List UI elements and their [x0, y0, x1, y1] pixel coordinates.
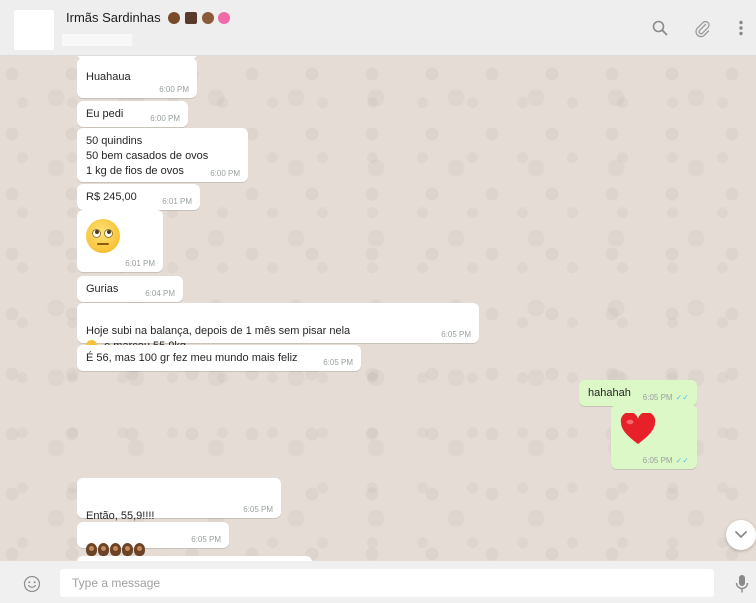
message-bubble[interactable]: 50 quindins 50 bem casados de ovos 1 kg …	[77, 128, 248, 182]
search-icon	[652, 20, 668, 36]
woman-icon	[110, 543, 121, 556]
avatar[interactable]	[14, 10, 54, 50]
message-bubble-outgoing[interactable]: hahahah 6:05 PM ✓✓	[579, 380, 697, 406]
message-time: 6:00 PM	[159, 85, 189, 94]
chat-subtitle	[62, 34, 132, 46]
message-time: 6:05 PM	[243, 505, 273, 514]
message-time: 6:05 PM	[323, 358, 353, 367]
read-ticks-icon: ✓✓	[675, 456, 689, 465]
chat-title-text: Irmãs Sardinhas	[66, 10, 161, 25]
whatsapp-window: Irmãs Sardinhas Huahaua 6:00 PM Eu pedi …	[0, 0, 756, 603]
woman-icon	[122, 543, 133, 556]
message-time: 6:05 PM	[191, 535, 221, 544]
woman-icon	[86, 543, 97, 556]
message-time: 6:01 PM	[125, 259, 155, 268]
message-text: Huahaua	[86, 71, 131, 83]
message-bubble-emoji[interactable]: 6:05 PM	[77, 522, 229, 556]
message-bubble[interactable]: R$ 245,00 6:01 PM	[77, 184, 200, 210]
message-text: É 56, mas 100 gr fez meu mundo mais feli…	[86, 352, 298, 364]
message-time: 6:04 PM	[145, 289, 175, 298]
message-bubble[interactable]: Huahaua 6:00 PM	[77, 58, 197, 98]
message-bubble[interactable]: Eu pedi 6:00 PM	[77, 101, 188, 127]
microphone-icon	[735, 575, 749, 593]
composer-bar	[0, 561, 756, 603]
message-bubble-outgoing-emoji[interactable]: 6:05 PM ✓✓	[611, 405, 697, 469]
message-bubble[interactable]: É 56, mas 100 gr fez meu mundo mais feli…	[77, 345, 361, 371]
girl-emoji-icon	[201, 12, 214, 24]
woman-icon	[98, 543, 109, 556]
message-input[interactable]	[60, 569, 714, 597]
scroll-down-button[interactable]	[726, 520, 756, 550]
message-text-part: Então, 55,9!!!!	[86, 510, 155, 522]
message-bubble[interactable]: Então, 55,9!!!! 6:05 PM	[77, 478, 281, 536]
search-button[interactable]	[650, 18, 670, 38]
message-text-part: Hoje subi na balança, depois de 1 mês se…	[86, 325, 351, 337]
message-time: 6:05 PM ✓✓	[643, 393, 689, 402]
menu-button[interactable]	[731, 18, 751, 38]
message-time: 6:00 PM	[210, 169, 240, 178]
message-bubble[interactable]: Gurias 6:04 PM	[77, 276, 183, 302]
chat-header: Irmãs Sardinhas	[0, 0, 756, 56]
red-heart-icon	[620, 413, 656, 444]
two-hearts-icon	[218, 12, 231, 24]
message-time: 6:05 PM ✓✓	[643, 456, 689, 465]
read-ticks-icon: ✓✓	[675, 393, 689, 402]
girl-emoji-icon	[168, 12, 181, 24]
paperclip-icon	[695, 20, 710, 38]
smiley-icon	[23, 575, 41, 593]
message-time-text: 6:05 PM	[642, 393, 673, 402]
message-bubble[interactable]: Hoje subi na balança, depois de 1 mês se…	[77, 303, 479, 352]
woman-icon	[134, 543, 145, 556]
attach-button[interactable]	[692, 18, 712, 38]
message-time: 6:05 PM	[441, 330, 471, 339]
message-time: 6:01 PM	[162, 197, 192, 206]
menu-dots-icon	[739, 20, 743, 36]
face-with-rolling-eyes-icon	[86, 219, 120, 253]
microphone-button[interactable]	[734, 573, 750, 595]
message-list[interactable]: Huahaua 6:00 PM Eu pedi 6:00 PM 50 quind…	[0, 56, 756, 561]
message-time-text: 6:05 PM	[642, 456, 673, 465]
message-bubble-emoji[interactable]: 6:01 PM	[77, 210, 163, 272]
chevron-down-icon	[735, 531, 747, 538]
chat-title[interactable]: Irmãs Sardinhas	[66, 10, 231, 25]
emoji-button[interactable]	[22, 574, 42, 594]
women-emoji-icon	[184, 12, 197, 24]
message-time: 6:00 PM	[150, 114, 180, 123]
